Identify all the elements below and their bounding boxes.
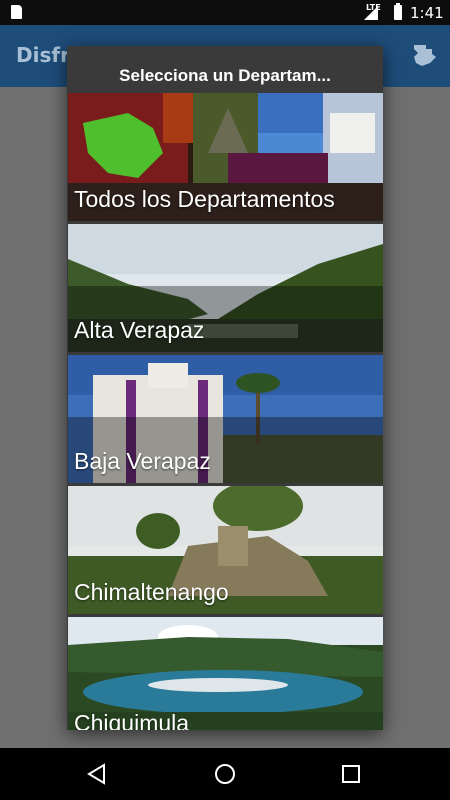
department-label: Baja Verapaz xyxy=(74,448,211,474)
recents-icon xyxy=(342,765,360,783)
department-label: Chiquimula xyxy=(74,710,190,730)
department-list[interactable]: Todos los Departamentos Alta Verapaz Baj… xyxy=(68,93,383,730)
back-button[interactable] xyxy=(67,748,127,800)
navigation-bar xyxy=(0,748,450,800)
department-item-alta-verapaz[interactable]: Alta Verapaz xyxy=(68,224,383,352)
sd-card-icon xyxy=(11,5,22,19)
department-label: Alta Verapaz xyxy=(74,317,205,343)
department-label: Todos los Departamentos xyxy=(74,186,335,212)
home-button[interactable] xyxy=(195,748,255,800)
department-item-chiquimula[interactable]: Chiquimula xyxy=(68,617,383,730)
dialog-title: Selecciona un Departam... xyxy=(119,66,331,85)
department-dialog: Selecciona un Departam... Todos los Depa… xyxy=(67,46,383,730)
department-item-baja-verapaz[interactable]: Baja Verapaz xyxy=(68,355,383,483)
battery-icon xyxy=(394,3,402,20)
network-type: LTE xyxy=(366,3,381,12)
home-icon xyxy=(215,764,235,784)
department-label: Chimaltenango xyxy=(74,579,229,605)
department-item-todos[interactable]: Todos los Departamentos xyxy=(68,93,383,221)
department-item-chimaltenango[interactable]: Chimaltenango xyxy=(68,486,383,614)
recents-button[interactable] xyxy=(321,748,381,800)
status-bar: LTE 1:41 xyxy=(0,0,450,25)
back-icon xyxy=(87,763,105,785)
guatemala-map-icon[interactable] xyxy=(410,41,438,69)
status-time: 1:41 xyxy=(410,4,444,22)
